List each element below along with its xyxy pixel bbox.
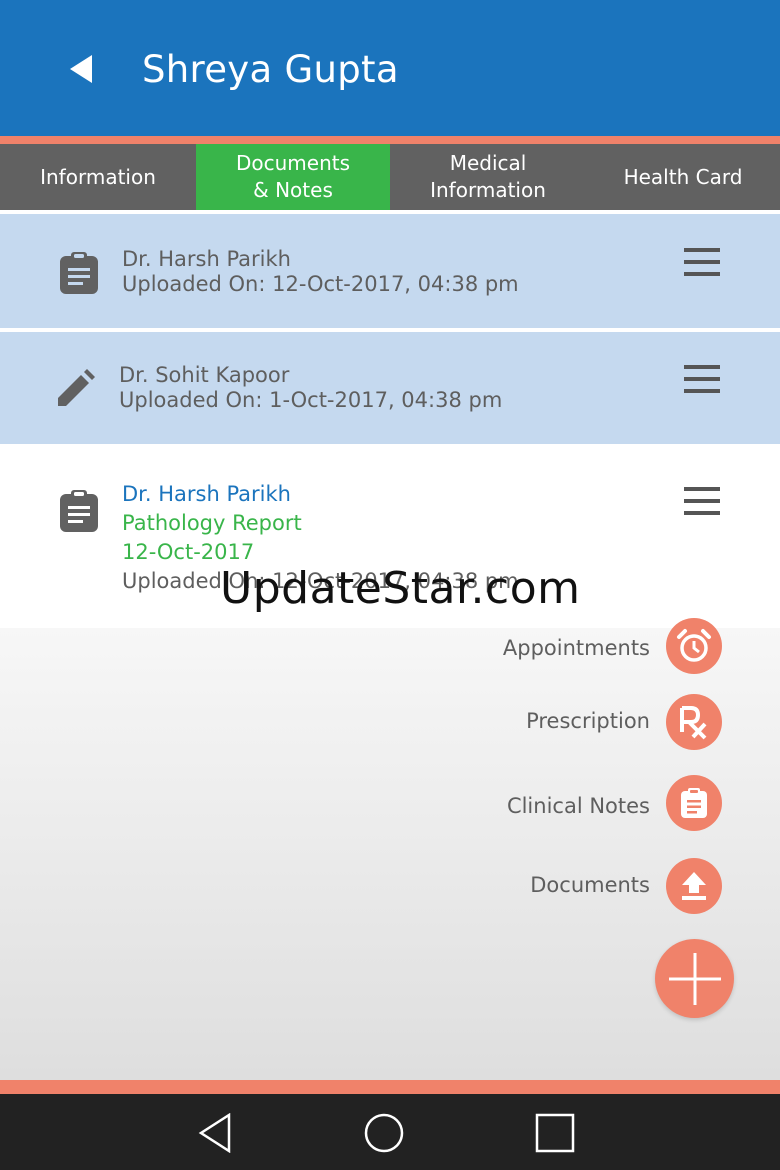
nav-recents-icon <box>535 1113 575 1153</box>
fab-label-appointments[interactable]: Appointments <box>503 634 650 662</box>
record-text: Dr. Harsh Parikh Uploaded On: 12-Oct-201… <box>122 247 519 297</box>
plus-icon <box>668 952 721 1005</box>
app-bar: Shreya Gupta <box>0 0 780 136</box>
watermark: UpdateStar.com <box>220 563 581 614</box>
list-item[interactable]: Dr. Harsh Parikh Uploaded On: 12-Oct-201… <box>0 214 780 328</box>
rx-icon <box>680 706 707 740</box>
documents-button[interactable] <box>666 858 722 914</box>
clinical-notes-button[interactable] <box>666 775 722 831</box>
uploaded-date: Uploaded On: 12-Oct-2017, 04:38 pm <box>122 272 519 296</box>
nav-back-button[interactable] <box>190 1108 240 1158</box>
clipboard-icon <box>54 248 104 298</box>
pencil-icon <box>50 362 100 412</box>
tab-documents-notes[interactable]: Documents & Notes <box>196 144 390 210</box>
nav-home-icon <box>364 1113 404 1153</box>
nav-home-button[interactable] <box>359 1108 409 1158</box>
prescription-button[interactable] <box>666 694 722 750</box>
menu-icon[interactable] <box>680 244 724 284</box>
system-nav-bar <box>0 1094 780 1170</box>
tab-health-card[interactable]: Health Card <box>586 144 780 210</box>
fab-label-prescription[interactable]: Prescription <box>526 707 650 735</box>
doctor-name: Dr. Sohit Kapoor <box>119 363 290 387</box>
doctor-name: Dr. Harsh Parikh <box>122 482 291 506</box>
add-fab-button[interactable] <box>655 939 734 1018</box>
page-title: Shreya Gupta <box>142 48 399 91</box>
alarm-clock-icon <box>677 629 711 662</box>
clipboard-icon <box>54 486 104 536</box>
appointments-button[interactable] <box>666 618 722 674</box>
header-accent-line <box>0 136 780 144</box>
back-arrow-icon <box>70 55 92 83</box>
footer-accent-line <box>0 1080 780 1094</box>
empty-area <box>0 628 780 1080</box>
back-button[interactable] <box>56 44 106 94</box>
tab-information[interactable]: Information <box>0 144 196 210</box>
upload-icon <box>682 872 706 900</box>
nav-recents-button[interactable] <box>530 1108 580 1158</box>
fab-label-documents[interactable]: Documents <box>530 871 650 899</box>
tab-bar: Information Documents & Notes Medical In… <box>0 144 780 210</box>
uploaded-date: Uploaded On: 1-Oct-2017, 04:38 pm <box>119 388 503 412</box>
fab-label-clinical-notes[interactable]: Clinical Notes <box>507 792 650 820</box>
list-item[interactable]: Dr. Sohit Kapoor Uploaded On: 1-Oct-2017… <box>0 332 780 444</box>
tab-medical-information[interactable]: Medical Information <box>390 144 586 210</box>
nav-back-icon <box>198 1113 231 1153</box>
doctor-name: Dr. Harsh Parikh <box>122 247 291 271</box>
record-text: Dr. Sohit Kapoor Uploaded On: 1-Oct-2017… <box>119 363 502 413</box>
menu-icon[interactable] <box>680 361 724 401</box>
record-type: Pathology Report <box>122 511 302 535</box>
menu-icon[interactable] <box>680 483 724 523</box>
clipboard-icon <box>681 788 707 818</box>
